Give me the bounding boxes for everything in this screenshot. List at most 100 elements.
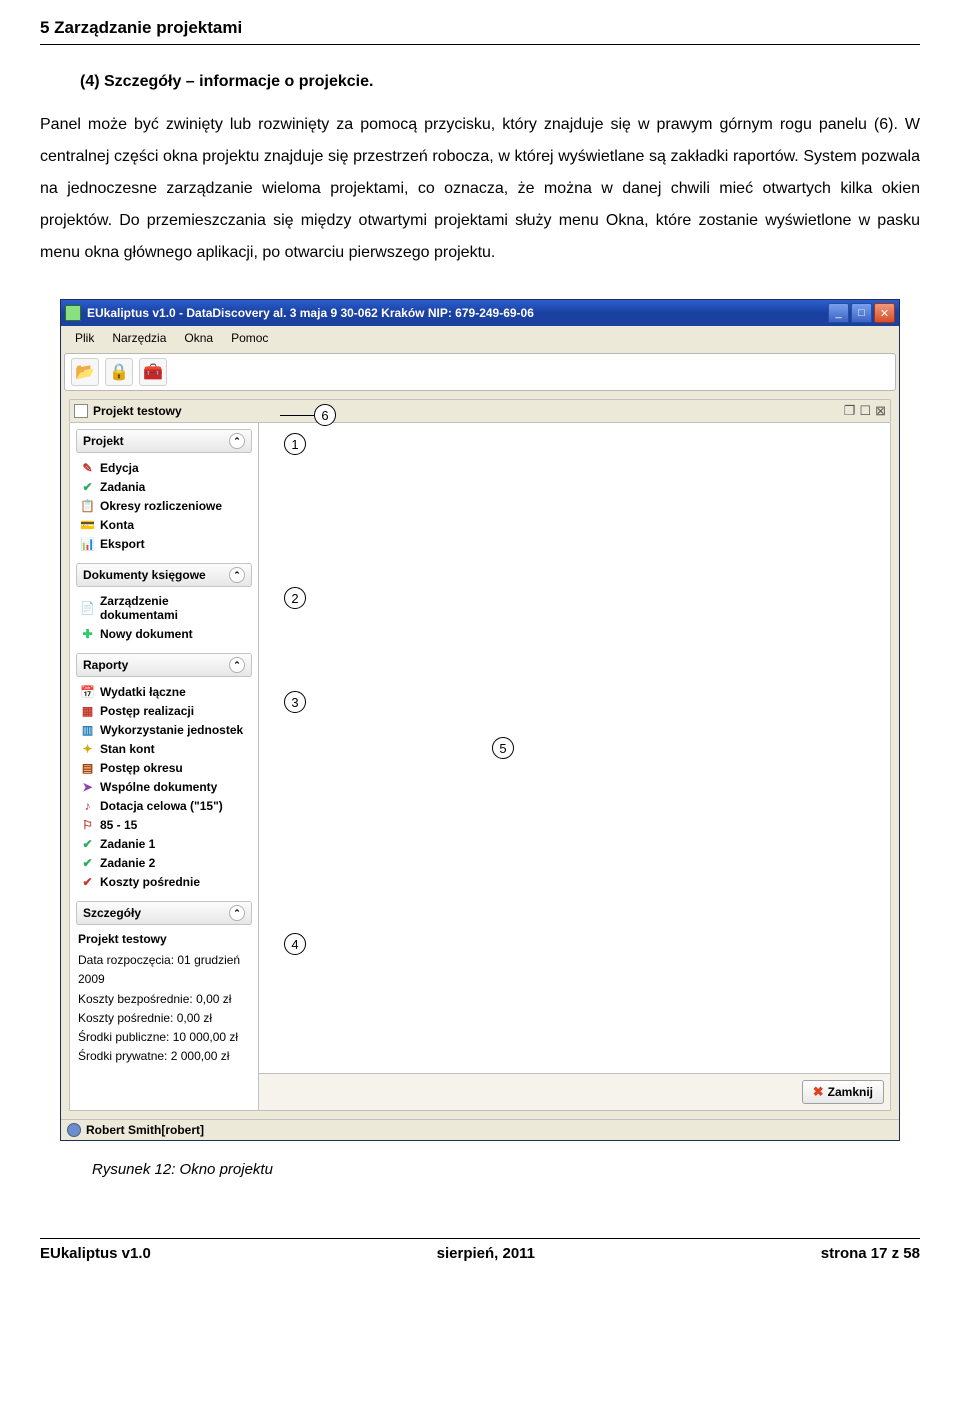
section-title: Raporty <box>83 658 229 672</box>
document-icon <box>74 404 88 418</box>
item-label: Edycja <box>100 461 139 475</box>
menu-plik[interactable]: Plik <box>67 329 102 347</box>
item-icon: 📋 <box>80 498 95 513</box>
toolbar: 📂 🔒 🧰 <box>64 353 896 391</box>
callout-1: 1 <box>284 433 306 455</box>
main-workspace: ✖ Zamknij <box>259 423 891 1111</box>
menu-okna[interactable]: Okna <box>176 329 221 347</box>
item-label: Wykorzystanie jednostek <box>100 723 243 737</box>
sidebar-item[interactable]: ✔Zadanie 1 <box>78 834 250 853</box>
callout-6: 6 <box>314 404 336 426</box>
section-header-szczegoly[interactable]: Szczegóły ⌃ <box>76 901 252 925</box>
item-icon: 💳 <box>80 517 95 532</box>
item-icon: ✔ <box>80 874 95 889</box>
status-user: Robert Smith[robert] <box>86 1123 204 1137</box>
chevron-up-icon[interactable]: ⌃ <box>229 433 245 449</box>
sidebar-item[interactable]: ✦Stan kont <box>78 739 250 758</box>
item-icon: ✎ <box>80 460 95 475</box>
sidebar-item[interactable]: ▤Postęp okresu <box>78 758 250 777</box>
item-label: Zarządzenie dokumentami <box>100 594 248 622</box>
figure-caption: Rysunek 12: Okno projektu <box>92 1161 920 1178</box>
item-label: Nowy dokument <box>100 627 193 641</box>
item-label: Zadanie 2 <box>100 856 155 870</box>
callout-5: 5 <box>492 737 514 759</box>
toolbar-lock-button[interactable]: 🔒 <box>105 358 133 386</box>
sidebar-item[interactable]: ✔Koszty pośrednie <box>78 872 250 891</box>
inner-max-button[interactable]: ☐ <box>859 403 871 419</box>
item-label: 85 - 15 <box>100 818 137 832</box>
sidebar-item[interactable]: 📄 Zarządzenie dokumentami <box>78 592 250 624</box>
item-icon: ✦ <box>80 741 95 756</box>
page-header: 5 Zarządzanie projektami <box>40 0 920 44</box>
sidebar-item[interactable]: ✚Nowy dokument <box>78 624 250 643</box>
callout-3: 3 <box>284 691 306 713</box>
menu-narzedzia[interactable]: Narzędzia <box>104 329 174 347</box>
item-label: Konta <box>100 518 134 532</box>
window-title: EUkaliptus v1.0 - DataDiscovery al. 3 ma… <box>87 306 828 320</box>
item-icon: ✔ <box>80 479 95 494</box>
sidebar-item[interactable]: ✔ Zadania <box>78 477 250 496</box>
menubar: Plik Narzędzia Okna Pomoc <box>61 326 899 350</box>
section-items-projekt: ✎ Edycja ✔ Zadania 📋 Okresy rozliczeniowe 💳 Kon… <box>76 453 252 553</box>
item-label: Zadania <box>100 480 145 494</box>
item-label: Okresy rozliczeniowe <box>100 499 222 513</box>
sidebar-item[interactable]: ▥ Wykorzystanie jednostek <box>78 720 250 739</box>
item-label: Wydatki łączne <box>100 685 186 699</box>
zamknij-button[interactable]: ✖ Zamknij <box>802 1080 884 1104</box>
sidebar: Projekt ⌃ ✎ Edycja ✔ Zadania 📋 Okresy rozlicz… <box>69 423 259 1111</box>
inner-restore-button[interactable]: ❐ <box>844 403 856 419</box>
body-paragraph: Panel może być zwinięty lub rozwinięty z… <box>40 109 920 269</box>
section-header-projekt[interactable]: Projekt ⌃ <box>76 429 252 453</box>
section-header-raporty[interactable]: Raporty ⌃ <box>76 653 252 677</box>
sidebar-item[interactable]: 📊Eksport <box>78 534 250 553</box>
details-project-name: Projekt testowy <box>78 930 250 949</box>
section-title: Dokumenty księgowe <box>83 568 229 582</box>
sidebar-item[interactable]: ✔Zadanie 2 <box>78 853 250 872</box>
chevron-up-icon[interactable]: ⌃ <box>229 657 245 673</box>
item-icon: ▥ <box>80 722 95 737</box>
item-label: Wspólne dokumenty <box>100 780 217 794</box>
statusbar: Robert Smith[robert] <box>61 1119 899 1140</box>
sidebar-item[interactable]: ⚐85 - 15 <box>78 815 250 834</box>
item-icon: 📊 <box>80 536 95 551</box>
item-icon: 📄 <box>80 601 95 616</box>
details-lines: Data rozpoczęcia: 01 grudzień 2009Koszty… <box>78 951 250 1066</box>
section-title: Projekt <box>83 434 229 448</box>
sidebar-item[interactable]: 📅Wydatki łączne <box>78 682 250 701</box>
minimize-button[interactable]: _ <box>828 303 849 323</box>
subheading: (4) Szczegóły – informacje o projekcie. <box>80 73 920 91</box>
sidebar-item[interactable]: 📋 Okresy rozliczeniowe <box>78 496 250 515</box>
close-icon: ✖ <box>813 1084 824 1100</box>
sidebar-item[interactable]: 💳 Konta <box>78 515 250 534</box>
app-icon <box>65 305 81 321</box>
item-icon: ♪ <box>80 798 95 813</box>
menu-pomoc[interactable]: Pomoc <box>223 329 276 347</box>
item-icon: ▤ <box>80 760 95 775</box>
footer-center: sierpień, 2011 <box>437 1245 535 1262</box>
content-row: Projekt ⌃ ✎ Edycja ✔ Zadania 📋 Okresy rozlicz… <box>69 423 891 1111</box>
chevron-up-icon[interactable]: ⌃ <box>229 905 245 921</box>
sidebar-item[interactable]: ✎ Edycja <box>78 458 250 477</box>
user-icon <box>67 1123 81 1137</box>
header-rule <box>40 44 920 45</box>
inner-titlebar: Projekt testowy ❐ ☐ ⊠ <box>69 399 891 423</box>
section-header-dokumenty[interactable]: Dokumenty księgowe ⌃ <box>76 563 252 587</box>
sidebar-item[interactable]: ➤Wspólne dokumenty <box>78 777 250 796</box>
screenshot-container: 6 1 2 3 4 5 EUkaliptus v1.0 - DataDiscov… <box>60 299 900 1141</box>
sidebar-item[interactable]: ▦ Postęp realizacji <box>78 701 250 720</box>
sidebar-item[interactable]: ♪Dotacja celowa ("15") <box>78 796 250 815</box>
section-dokumenty: Dokumenty księgowe ⌃ 📄 Zarządzenie dokume… <box>76 563 252 643</box>
maximize-button[interactable]: □ <box>851 303 872 323</box>
toolbar-tool-button[interactable]: 🧰 <box>139 358 167 386</box>
item-icon: ▦ <box>80 703 95 718</box>
details-panel: Projekt testowy Data rozpoczęcia: 01 gru… <box>76 925 252 1066</box>
inner-close-button[interactable]: ⊠ <box>875 403 886 419</box>
close-window-button[interactable]: ✕ <box>874 303 895 323</box>
footer-right: strona 17 z 58 <box>821 1245 920 1262</box>
toolbar-open-button[interactable]: 📂 <box>71 358 99 386</box>
item-icon: ✔ <box>80 836 95 851</box>
item-label: Postęp realizacji <box>100 704 194 718</box>
section-items-raporty: 📅Wydatki łączne ▦ Postęp realizacji ▥ Wykorz… <box>76 677 252 891</box>
chevron-up-icon[interactable]: ⌃ <box>229 567 245 583</box>
callout-6-line <box>280 415 314 416</box>
